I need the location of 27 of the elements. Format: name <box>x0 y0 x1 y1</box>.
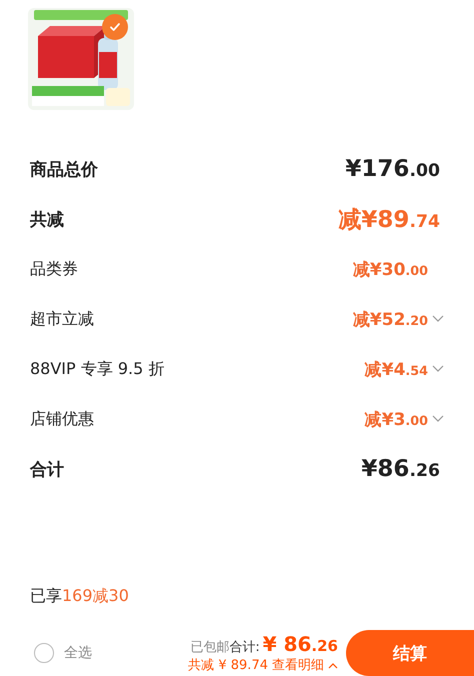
chevron-down-icon[interactable] <box>432 415 444 423</box>
discount-amount: 减¥3.00 <box>364 408 428 430</box>
checkout-button[interactable]: 结算 <box>346 630 474 676</box>
discount-amount: 减¥52.20 <box>352 308 428 330</box>
savings-text: 共减 ¥ 89.74 <box>188 657 268 674</box>
chevron-up-icon[interactable] <box>328 662 338 668</box>
discount-amount: 减¥4.54 <box>364 358 428 380</box>
discount-amount: 减¥30.00 <box>352 258 428 280</box>
shipping-label: 已包邮 <box>190 639 230 656</box>
price-label: 店铺优惠 <box>30 408 94 430</box>
discount-amount: 减¥89.74 <box>338 206 440 234</box>
price-label: 88VIP 专享 9.5 折 <box>30 358 164 380</box>
price-amount: ¥176.00 <box>345 156 440 182</box>
total-amount: ¥ 86.26 <box>262 632 338 656</box>
total-label: 合计: <box>229 639 260 656</box>
details-link[interactable]: 查看明细 <box>272 656 324 674</box>
radio-button[interactable] <box>34 643 54 663</box>
price-amount: ¥86.26 <box>361 456 440 482</box>
chevron-down-icon[interactable] <box>432 315 444 323</box>
select-all-label[interactable]: 全选 <box>64 644 92 662</box>
price-label: 共减 <box>30 208 64 230</box>
price-label: 商品总价 <box>30 158 98 180</box>
price-label: 合计 <box>30 458 64 480</box>
chevron-down-icon[interactable] <box>432 365 444 373</box>
promo-text: 已享169减30 <box>30 586 130 607</box>
price-label: 品类券 <box>30 258 78 280</box>
price-label: 超市立减 <box>30 308 94 330</box>
